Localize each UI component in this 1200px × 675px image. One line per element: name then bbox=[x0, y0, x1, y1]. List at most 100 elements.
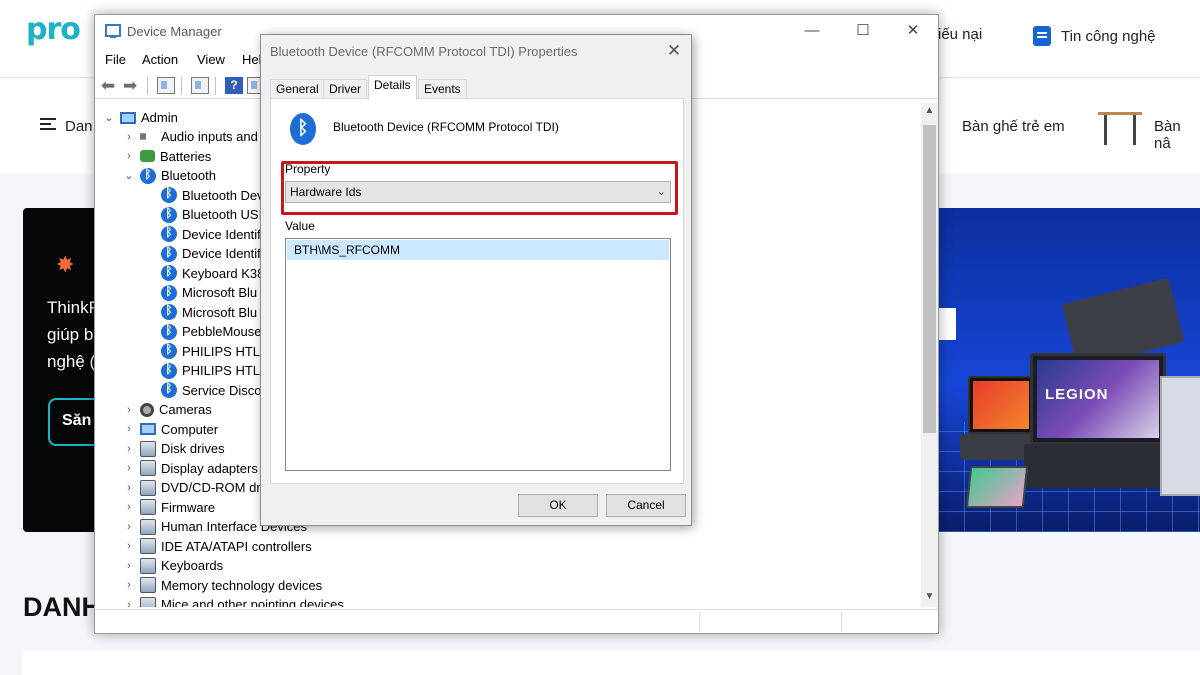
expand-chevron-icon[interactable]: › bbox=[123, 482, 135, 494]
tree-device[interactable]: Microsoft Blu bbox=[161, 283, 257, 302]
tree-category[interactable]: ⌄ Bluetooth bbox=[123, 166, 216, 185]
close-button[interactable]: ✕ bbox=[901, 21, 925, 41]
tree-root[interactable]: ⌄ Admin bbox=[103, 108, 177, 127]
tree-category[interactable]: › Computer bbox=[123, 420, 218, 439]
tree-device-label: Service Disco bbox=[182, 382, 262, 398]
tree-category[interactable]: › Batteries bbox=[123, 147, 211, 166]
tree-category-label: Keyboards bbox=[161, 558, 224, 573]
expand-chevron-icon[interactable]: › bbox=[123, 150, 135, 162]
details-panel: Bluetooth Device (RFCOMM Protocol TDI) P… bbox=[270, 98, 684, 484]
tree-category[interactable]: › Memory technology devices bbox=[123, 576, 322, 595]
tree-category[interactable]: › Display adapters bbox=[123, 459, 258, 478]
tab-events[interactable]: Events bbox=[418, 79, 467, 99]
tree-category[interactable]: › Keyboards bbox=[123, 556, 223, 575]
battery-icon bbox=[140, 150, 155, 162]
tree-category-label: Firmware bbox=[161, 499, 216, 515]
maximize-button[interactable]: ☐ bbox=[851, 21, 875, 41]
bluetooth-icon bbox=[140, 167, 156, 184]
tree-device[interactable]: Device Identif bbox=[161, 225, 261, 244]
expand-chevron-icon[interactable]: › bbox=[123, 521, 135, 533]
bluetooth-icon bbox=[161, 323, 177, 340]
tree-category[interactable]: › Firmware bbox=[123, 498, 215, 517]
tree-device[interactable]: Keyboard K38 bbox=[161, 264, 264, 283]
expand-chevron-icon[interactable]: › bbox=[123, 462, 135, 474]
complaint-link[interactable]: iếu nại bbox=[938, 26, 982, 43]
tab-general[interactable]: General bbox=[270, 79, 325, 99]
menu-action[interactable]: Action bbox=[142, 52, 178, 67]
tree-device[interactable]: Service Disco bbox=[161, 381, 261, 400]
tree-device-label: PHILIPS HTL1 bbox=[182, 363, 268, 378]
show-hide-console-tree-icon[interactable] bbox=[157, 77, 175, 94]
legion-laptop-image: LEGION bbox=[1030, 353, 1166, 445]
tree-category-label: Computer bbox=[161, 421, 219, 437]
tree-device[interactable]: Device Identif bbox=[161, 244, 261, 263]
menu-file[interactable]: File bbox=[105, 52, 126, 67]
ok-button[interactable]: OK bbox=[518, 494, 598, 517]
computer-icon bbox=[120, 111, 136, 124]
expand-chevron-icon[interactable]: › bbox=[123, 540, 135, 552]
laptop-banner[interactable]: LEGION bbox=[938, 208, 1200, 532]
help-icon[interactable]: ? bbox=[225, 77, 243, 94]
tree-category[interactable]: › IDE ATA/ATAPI controllers bbox=[123, 537, 312, 556]
expand-chevron-icon[interactable]: › bbox=[123, 443, 135, 455]
promo-line: giúp b bbox=[47, 325, 94, 344]
expand-chevron-icon[interactable]: › bbox=[123, 579, 135, 591]
menu-help[interactable]: Hel bbox=[242, 52, 262, 67]
tree-category-label: Disk drives bbox=[161, 441, 225, 456]
bluetooth-icon bbox=[161, 245, 177, 262]
tree-device[interactable]: PHILIPS HTL1 bbox=[161, 342, 267, 361]
scroll-up-icon[interactable]: ▲ bbox=[921, 103, 938, 119]
expand-chevron-icon[interactable]: › bbox=[123, 423, 135, 435]
tree-device[interactable]: Microsoft Blu bbox=[161, 303, 257, 322]
scroll-thumb[interactable] bbox=[923, 125, 936, 433]
properties-icon[interactable] bbox=[191, 77, 209, 94]
expand-chevron-icon[interactable]: › bbox=[123, 501, 135, 513]
value-list[interactable]: BTH\MS_RFCOMM bbox=[285, 238, 671, 471]
disk-icon bbox=[140, 440, 156, 457]
tree-category-label: DVD/CD-ROM dr bbox=[161, 480, 261, 495]
tree-device[interactable]: Bluetooth Dev bbox=[161, 186, 264, 205]
expand-chevron-icon[interactable]: › bbox=[123, 560, 135, 572]
expand-chevron-icon[interactable]: › bbox=[123, 131, 135, 143]
tree-device[interactable]: PHILIPS HTL1 bbox=[161, 361, 267, 380]
tree-device-label: Device Identif bbox=[182, 226, 261, 242]
nav-item-kids-desk[interactable]: Bàn ghế trẻ em bbox=[962, 118, 1065, 135]
menu-view[interactable]: View bbox=[197, 52, 225, 67]
bluetooth-icon bbox=[161, 206, 177, 223]
computer-icon bbox=[140, 423, 156, 435]
expand-chevron-icon[interactable]: › bbox=[123, 599, 135, 608]
tab-details[interactable]: Details bbox=[368, 75, 417, 100]
properties-dialog: Bluetooth Device (RFCOMM Protocol TDI) P… bbox=[260, 34, 692, 526]
tree-category[interactable]: › Audio inputs and bbox=[123, 127, 258, 146]
bluetooth-icon bbox=[161, 342, 177, 359]
tree-device[interactable]: Bluetooth USI bbox=[161, 205, 262, 224]
firmware-icon bbox=[140, 499, 156, 515]
list-item[interactable]: BTH\MS_RFCOMM bbox=[287, 240, 669, 260]
tree-category[interactable]: › Mice and other pointing devices bbox=[123, 595, 344, 607]
memory-icon bbox=[140, 577, 156, 593]
scroll-down-icon[interactable]: ▼ bbox=[921, 589, 938, 605]
collapse-chevron-icon[interactable]: ⌄ bbox=[103, 111, 115, 124]
minimize-button[interactable]: — bbox=[800, 21, 824, 41]
tree-category[interactable]: › Disk drives bbox=[123, 439, 225, 458]
tree-category[interactable]: › Cameras bbox=[123, 400, 212, 419]
expand-chevron-icon[interactable]: › bbox=[123, 404, 135, 416]
banner-letter-shape bbox=[938, 308, 956, 340]
tree-device[interactable]: PebbleMouse bbox=[161, 322, 262, 341]
tree-category[interactable]: › DVD/CD-ROM dr bbox=[123, 478, 261, 497]
tech-news-link[interactable]: Tin công nghệ bbox=[1033, 26, 1156, 46]
collapse-chevron-icon[interactable]: ⌄ bbox=[123, 169, 135, 182]
category-menu-label[interactable]: Dan bbox=[65, 118, 93, 135]
site-logo[interactable]: pro bbox=[26, 12, 81, 47]
nav-item-desk[interactable]: Bàn nâ bbox=[1154, 118, 1200, 152]
dialog-close-button[interactable]: ✕ bbox=[663, 40, 685, 62]
vertical-scrollbar[interactable]: ▲ ▼ bbox=[921, 103, 938, 607]
hamburger-icon[interactable] bbox=[40, 118, 56, 130]
back-arrow-icon[interactable]: ⬅ bbox=[101, 77, 119, 94]
tab-driver[interactable]: Driver bbox=[323, 79, 367, 99]
cancel-button[interactable]: Cancel bbox=[606, 494, 686, 517]
tree-device-label: PHILIPS HTL1 bbox=[182, 343, 268, 359]
display-icon bbox=[140, 460, 156, 476]
forward-arrow-icon[interactable]: ➡ bbox=[123, 77, 141, 94]
legion-text: LEGION bbox=[1045, 386, 1109, 403]
